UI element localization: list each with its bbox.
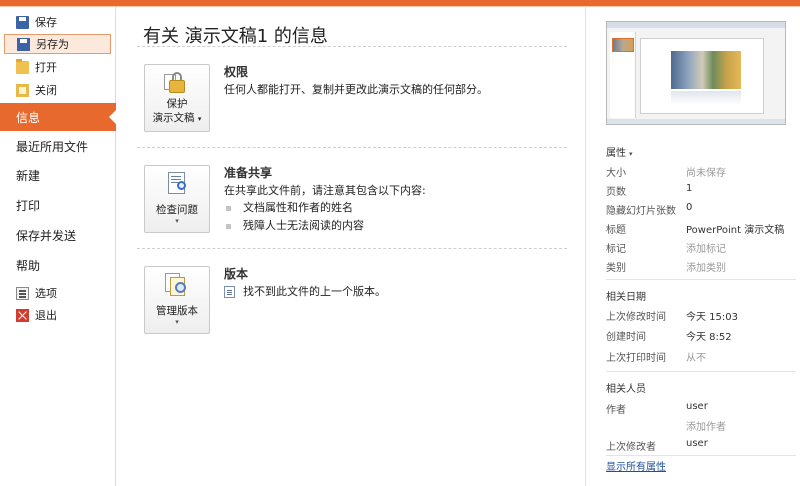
properties-header-label: 属性 bbox=[606, 148, 626, 159]
nav-info[interactable]: 信息 bbox=[0, 103, 117, 131]
prop-key: 上次打印时间 bbox=[606, 353, 666, 364]
versions-title: 版本 bbox=[224, 267, 249, 281]
share-title: 准备共享 bbox=[224, 166, 273, 180]
nav-exit[interactable]: 退出 bbox=[4, 305, 111, 325]
nav-close-label: 关闭 bbox=[35, 84, 57, 97]
backstage-nav: 保存 另存为 打开 关闭 信息 最近所用文件 新建 打印 保存并发送 帮助 选项… bbox=[0, 7, 117, 486]
prop-key: 作者 bbox=[606, 405, 626, 416]
divider bbox=[606, 279, 796, 280]
prop-key: 创建时间 bbox=[606, 332, 646, 343]
nav-save-label: 保存 bbox=[35, 16, 57, 29]
document-icon bbox=[224, 286, 235, 298]
prop-value: 今天 15:03 bbox=[686, 312, 738, 323]
list-item: 残障人士无法阅读的内容 bbox=[226, 217, 364, 233]
nav-new-label: 新建 bbox=[16, 168, 41, 183]
share-desc: 在共享此文件前，请注意其包含以下内容: bbox=[224, 184, 426, 197]
versions-icon bbox=[164, 272, 190, 298]
presentation-thumbnail[interactable] bbox=[606, 21, 786, 125]
nav-exit-label: 退出 bbox=[35, 309, 57, 322]
nav-options[interactable]: 选项 bbox=[4, 283, 111, 303]
versions-desc: 找不到此文件的上一个版本。 bbox=[243, 285, 386, 298]
save-as-icon bbox=[17, 37, 30, 51]
prop-value: 尚未保存 bbox=[686, 168, 726, 179]
nav-save-send-label: 保存并发送 bbox=[16, 228, 77, 243]
properties-header[interactable]: 属性 ▾ bbox=[606, 144, 633, 159]
nav-save-as-label: 另存为 bbox=[36, 38, 69, 51]
nav-print-label: 打印 bbox=[16, 198, 41, 213]
options-icon bbox=[16, 286, 29, 300]
nav-save-as[interactable]: 另存为 bbox=[4, 34, 111, 54]
category-field[interactable]: 添加类别 bbox=[686, 259, 726, 274]
share-bullet-1: 文档属性和作者的姓名 bbox=[243, 201, 353, 214]
prop-key: 大小 bbox=[606, 168, 626, 179]
chevron-down-icon: ▾ bbox=[197, 115, 202, 123]
properties-panel: 属性 ▾ 大小 尚未保存 页数 1 隐藏幻灯片张数 0 标题 PowerPoint 演示文… bbox=[585, 7, 800, 486]
backstage-top-strip bbox=[0, 0, 800, 7]
divider bbox=[137, 147, 567, 148]
prop-key: 上次修改时间 bbox=[606, 312, 666, 323]
prop-key: 标题 bbox=[606, 225, 626, 236]
list-item: 文档属性和作者的姓名 bbox=[226, 199, 353, 215]
nav-recent[interactable]: 最近所用文件 bbox=[0, 132, 116, 160]
share-bullet-2: 残障人士无法阅读的内容 bbox=[243, 219, 364, 232]
exit-icon bbox=[16, 308, 29, 322]
close-folder-icon bbox=[16, 83, 29, 97]
protect-presentation-button[interactable]: 保护 演示文稿 ▾ bbox=[144, 64, 210, 132]
people-header: 相关人员 bbox=[606, 384, 646, 395]
check-issues-label: 检查问题 bbox=[156, 204, 198, 216]
nav-open[interactable]: 打开 bbox=[4, 57, 111, 77]
prop-value: 0 bbox=[686, 202, 693, 213]
nav-new[interactable]: 新建 bbox=[0, 161, 116, 189]
lock-icon bbox=[164, 70, 190, 96]
protect-label-line1: 保护 bbox=[166, 98, 188, 110]
nav-print[interactable]: 打印 bbox=[0, 191, 116, 219]
prop-key: 标记 bbox=[606, 244, 626, 255]
open-folder-icon bbox=[16, 58, 29, 74]
check-issues-button[interactable]: 检查问题 ▾ bbox=[144, 165, 210, 233]
author-value[interactable]: user bbox=[686, 401, 708, 412]
nav-help[interactable]: 帮助 bbox=[0, 251, 116, 279]
last-modified-by-value: user bbox=[686, 438, 708, 449]
manage-versions-button[interactable]: 管理版本 ▾ bbox=[144, 266, 210, 334]
chevron-down-icon: ▾ bbox=[629, 150, 633, 158]
nav-close[interactable]: 关闭 bbox=[4, 80, 111, 100]
add-author-field[interactable]: 添加作者 bbox=[686, 418, 726, 433]
divider bbox=[606, 455, 796, 456]
nav-save-send[interactable]: 保存并发送 bbox=[0, 221, 116, 249]
prop-key: 隐藏幻灯片张数 bbox=[606, 206, 676, 217]
permissions-desc: 任何人都能打开、复制并更改此演示文稿的任何部分。 bbox=[224, 83, 488, 96]
prop-value: 今天 8:52 bbox=[686, 332, 732, 343]
info-main: 有关 演示文稿1 的信息 保护 演示文稿 ▾ 权限 任何人都能打开、复制并更改此… bbox=[117, 7, 585, 486]
permissions-title: 权限 bbox=[224, 65, 249, 79]
dates-header: 相关日期 bbox=[606, 292, 646, 303]
nav-save[interactable]: 保存 bbox=[4, 12, 111, 32]
manage-versions-label: 管理版本 bbox=[156, 305, 198, 317]
tags-field[interactable]: 添加标记 bbox=[686, 240, 726, 255]
show-all-properties-link[interactable]: 显示所有属性 bbox=[606, 458, 666, 473]
nav-options-label: 选项 bbox=[35, 287, 57, 300]
chevron-down-icon: ▾ bbox=[175, 318, 179, 326]
nav-recent-label: 最近所用文件 bbox=[16, 139, 89, 154]
prop-value: 1 bbox=[686, 183, 693, 194]
prop-key: 页数 bbox=[606, 187, 626, 198]
page-title: 有关 演示文稿1 的信息 bbox=[143, 26, 328, 47]
nav-help-label: 帮助 bbox=[16, 258, 41, 273]
chevron-down-icon: ▾ bbox=[175, 217, 179, 225]
title-field[interactable]: PowerPoint 演示文稿 bbox=[686, 221, 784, 236]
divider bbox=[137, 46, 567, 47]
nav-info-label: 信息 bbox=[16, 110, 41, 125]
prop-value: 从不 bbox=[686, 353, 706, 364]
protect-label-line2: 演示文稿 bbox=[152, 112, 195, 124]
prop-key: 类别 bbox=[606, 263, 626, 274]
inspect-document-icon bbox=[164, 171, 190, 197]
divider bbox=[606, 371, 796, 372]
divider bbox=[137, 248, 567, 249]
prop-key: 上次修改者 bbox=[606, 442, 656, 453]
nav-open-label: 打开 bbox=[35, 61, 57, 74]
save-icon bbox=[16, 15, 29, 29]
